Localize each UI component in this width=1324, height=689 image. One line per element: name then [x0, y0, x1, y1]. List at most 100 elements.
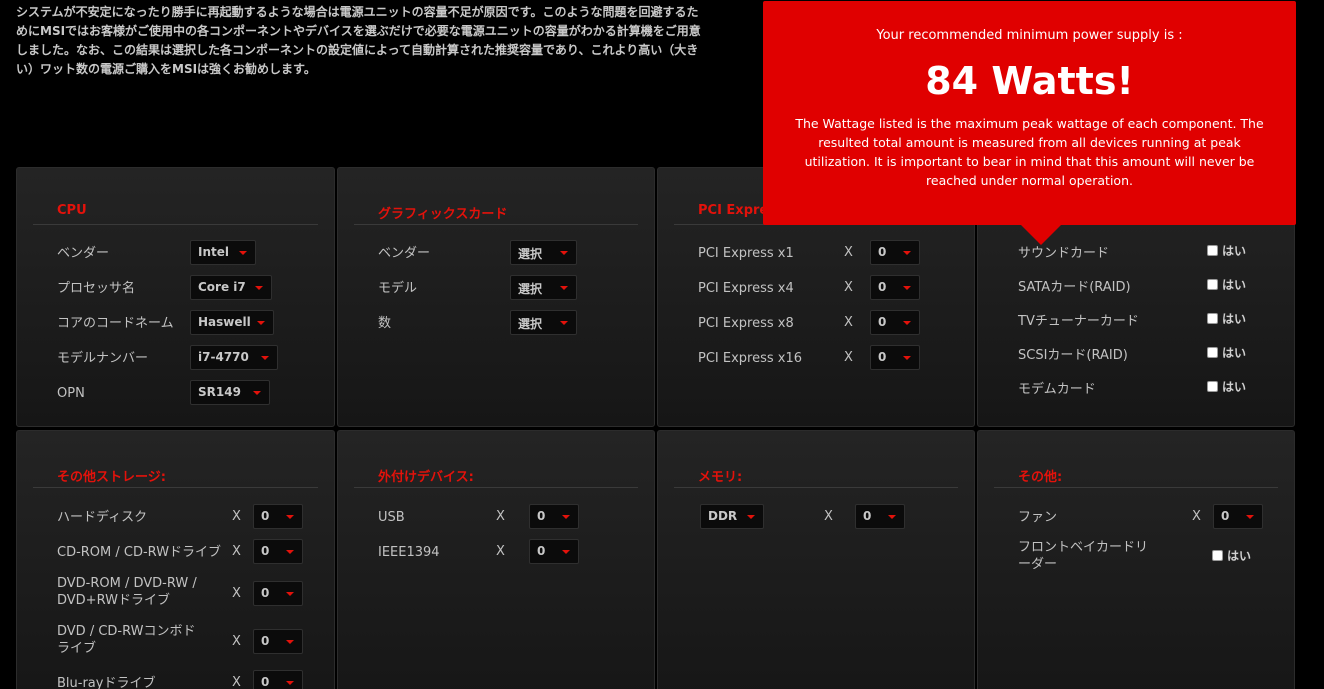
cpu-codename-label: コアのコードネーム [57, 316, 174, 331]
external-panel: 外付けデバイス: USB X 0 IEEE1394 X 0 [337, 430, 655, 689]
chevron-down-icon [560, 251, 568, 255]
gpu-model-select[interactable]: 選択 [510, 275, 577, 300]
gpu-title: グラフィックスカード [378, 207, 508, 222]
card-scsi-row: SCSIカード(RAID) はい [1018, 342, 1284, 370]
wattage-result: 84 Watts! [925, 59, 1134, 103]
storage-dvdrom-label: DVD-ROM / DVD-RW / DVD+RWドライブ [57, 576, 197, 608]
yes-label: はい [1222, 312, 1247, 326]
chevron-down-icon [286, 640, 294, 644]
chevron-down-icon [562, 550, 570, 554]
external-usb-row: USB X 0 [378, 504, 644, 532]
storage-cdrom-select[interactable]: 0 [253, 539, 303, 564]
gpu-model-row: モデル 選択 [378, 275, 644, 303]
cpu-opn-row: OPN SR149 [57, 380, 324, 408]
chevron-down-icon [1246, 515, 1254, 519]
other-fan-select[interactable]: 0 [1213, 504, 1263, 529]
pci-x4-label: PCI Express x4 [698, 281, 794, 296]
storage-combo-row: DVD / CD-RWコンボドライブ X 0 [57, 622, 324, 662]
memory-row: DDR X 0 [698, 504, 964, 532]
card-sound-checkbox[interactable] [1207, 245, 1218, 256]
pci-x8-select[interactable]: 0 [870, 310, 920, 335]
cpu-vendor-select[interactable]: Intel [190, 240, 256, 265]
other-reader-checkbox[interactable] [1212, 550, 1223, 561]
other-reader-label: フロントベイカードリーダー [1018, 540, 1149, 572]
card-sound-label: サウンドカード [1018, 246, 1110, 261]
pci-x8-row: PCI Express x8 X 0 [698, 310, 964, 338]
result-popup: Your recommended minimum power supply is… [763, 1, 1296, 245]
cpu-codename-select[interactable]: Haswell [190, 310, 274, 335]
gpu-count-label: 数 [378, 316, 392, 331]
cpu-model-select[interactable]: i7-4770 [190, 345, 278, 370]
multiply-sign: X [844, 350, 853, 365]
storage-hdd-select[interactable]: 0 [253, 504, 303, 529]
cpu-opn-select[interactable]: SR149 [190, 380, 270, 405]
storage-bluray-label: Blu-rayドライブ [57, 676, 156, 689]
storage-cdrom-label: CD-ROM / CD-RWドライブ [57, 545, 222, 560]
external-ieee-select[interactable]: 0 [529, 539, 579, 564]
storage-dvdrom-select[interactable]: 0 [253, 581, 303, 606]
multiply-sign: X [844, 245, 853, 260]
pci-x4-row: PCI Express x4 X 0 [698, 275, 964, 303]
gpu-panel: グラフィックスカード ベンダー 選択 モデル 選択 数 選択 [337, 167, 655, 427]
popup-description: The Wattage listed is the maximum peak w… [795, 116, 1264, 188]
storage-combo-label: DVD / CD-RWコンボドライブ [57, 624, 196, 656]
card-modem-row: モデムカード はい [1018, 376, 1284, 404]
multiply-sign: X [496, 544, 505, 559]
multiply-sign: X [844, 315, 853, 330]
card-tv-checkbox[interactable] [1207, 313, 1218, 324]
chevron-down-icon [560, 286, 568, 290]
cpu-panel: CPU ベンダー Intel プロセッサ名 Core i7 コアのコードネーム … [16, 167, 335, 427]
pci-x1-label: PCI Express x1 [698, 246, 794, 261]
chevron-down-icon [255, 286, 263, 290]
external-usb-select[interactable]: 0 [529, 504, 579, 529]
storage-combo-select[interactable]: 0 [253, 629, 303, 654]
gpu-count-row: 数 選択 [378, 310, 644, 338]
chevron-down-icon [286, 515, 294, 519]
chevron-down-icon [286, 681, 294, 685]
storage-panel: その他ストレージ: ハードディスク X 0 CD-ROM / CD-RWドライブ… [16, 430, 335, 689]
multiply-sign: X [496, 509, 505, 524]
cpu-processor-select[interactable]: Core i7 [190, 275, 272, 300]
cpu-opn-label: OPN [57, 386, 85, 401]
memory-count-select[interactable]: 0 [855, 504, 905, 529]
pci-x16-label: PCI Express x16 [698, 351, 803, 366]
storage-bluray-row: Blu-rayドライブ X 0 [57, 670, 324, 689]
gpu-vendor-label: ベンダー [378, 246, 431, 261]
chevron-down-icon [257, 321, 265, 325]
yes-label: はい [1222, 278, 1247, 292]
divider [354, 487, 638, 488]
multiply-sign: X [232, 544, 241, 559]
pci-x4-select[interactable]: 0 [870, 275, 920, 300]
other-fan-row: ファン X 0 [1018, 504, 1284, 532]
pci-x1-select[interactable]: 0 [870, 240, 920, 265]
card-sata-label: SATAカード(RAID) [1018, 280, 1131, 295]
divider [33, 487, 318, 488]
memory-panel: メモリ: DDR X 0 [657, 430, 975, 689]
popup-pointer [1021, 225, 1061, 245]
cpu-processor-row: プロセッサ名 Core i7 [57, 275, 324, 303]
pci-x16-select[interactable]: 0 [870, 345, 920, 370]
multiply-sign: X [824, 509, 833, 524]
pci-x1-row: PCI Express x1 X 0 [698, 240, 964, 268]
other-title: その他: [1018, 470, 1063, 485]
chevron-down-icon [903, 251, 911, 255]
card-modem-checkbox[interactable] [1207, 381, 1218, 392]
yes-label: はい [1227, 549, 1252, 563]
memory-title: メモリ: [698, 470, 743, 485]
storage-hdd-label: ハードディスク [57, 510, 148, 525]
popup-intro: Your recommended minimum power supply is… [876, 28, 1183, 43]
card-scsi-checkbox[interactable] [1207, 347, 1218, 358]
storage-cdrom-row: CD-ROM / CD-RWドライブ X 0 [57, 539, 324, 567]
storage-title: その他ストレージ: [57, 470, 166, 485]
multiply-sign: X [1192, 509, 1201, 524]
chevron-down-icon [261, 356, 269, 360]
gpu-vendor-select[interactable]: 選択 [510, 240, 577, 265]
pci-x16-row: PCI Express x16 X 0 [698, 345, 964, 373]
cpu-title: CPU [57, 203, 87, 218]
memory-type-select[interactable]: DDR [700, 504, 764, 529]
chevron-down-icon [747, 515, 755, 519]
storage-bluray-select[interactable]: 0 [253, 670, 303, 689]
gpu-count-select[interactable]: 選択 [510, 310, 577, 335]
card-sata-checkbox[interactable] [1207, 279, 1218, 290]
storage-hdd-row: ハードディスク X 0 [57, 504, 324, 532]
